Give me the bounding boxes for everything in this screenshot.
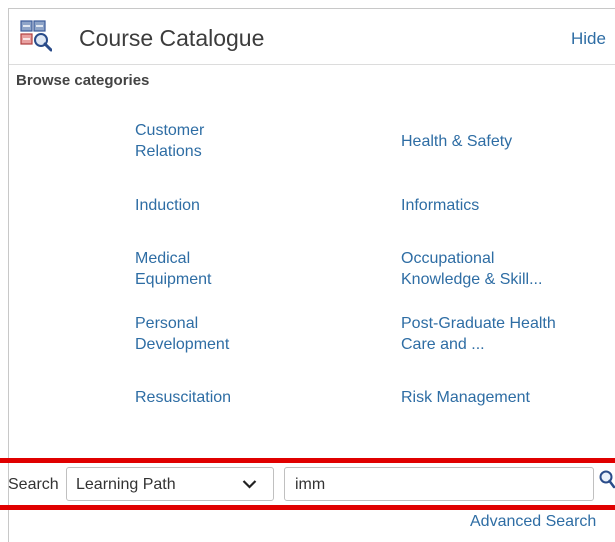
hide-link[interactable]: Hide — [571, 29, 606, 49]
browse-categories-heading: Browse categories — [16, 72, 150, 89]
panel-header: Course Catalogue Hide — [9, 9, 615, 65]
highlight-top-line — [0, 458, 615, 463]
catalogue-icon — [20, 20, 52, 52]
advanced-search-link[interactable]: Advanced Search — [470, 513, 596, 531]
category-customer-relations[interactable]: Customer Relations — [135, 120, 204, 162]
chevron-down-icon — [242, 480, 257, 489]
category-medical-equipment[interactable]: Medical Equipment — [135, 248, 212, 290]
category-health-safety[interactable]: Health & Safety — [401, 131, 512, 152]
search-type-select[interactable]: Learning Path — [66, 467, 274, 501]
category-occupational-knowledge[interactable]: Occupational Knowledge & Skill... — [401, 248, 542, 290]
category-personal-development[interactable]: Personal Development — [135, 313, 229, 355]
highlight-bottom-line — [0, 505, 615, 510]
category-informatics[interactable]: Informatics — [401, 195, 479, 216]
search-icon[interactable] — [598, 469, 615, 491]
category-risk-management[interactable]: Risk Management — [401, 387, 530, 408]
search-type-value: Learning Path — [76, 476, 176, 493]
search-input[interactable]: imm — [284, 467, 594, 501]
search-input-value: imm — [295, 476, 326, 493]
category-induction[interactable]: Induction — [135, 195, 200, 216]
category-resuscitation[interactable]: Resuscitation — [135, 387, 231, 408]
search-label: Search — [8, 476, 59, 493]
category-post-graduate-health[interactable]: Post-Graduate Health Care and ... — [401, 313, 556, 355]
page-title: Course Catalogue — [79, 25, 265, 51]
